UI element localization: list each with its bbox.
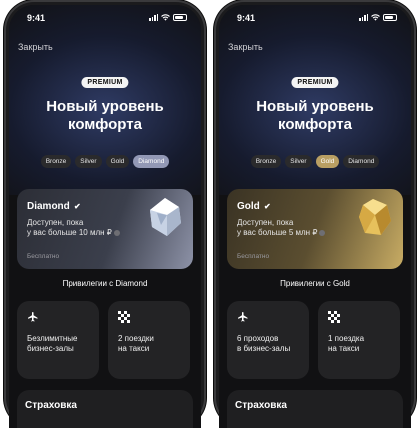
card-desc-line-1: Доступен, пока <box>27 218 84 227</box>
insurance-section[interactable]: Страховка <box>17 390 193 428</box>
privilege-line-2: в бизнес-залы <box>237 344 291 353</box>
title-line-2: комфорта <box>68 116 142 133</box>
premium-badge: PREMIUM <box>291 77 339 88</box>
card-description: Доступен, пока у вас больше 5 млн ₽ <box>237 218 326 238</box>
tab-gold[interactable]: Gold <box>105 155 130 168</box>
card-title-text: Gold <box>237 201 260 212</box>
close-button[interactable]: Закрыть <box>18 42 53 52</box>
cellular-signal-icon <box>359 14 368 21</box>
battery-icon <box>383 14 397 21</box>
privilege-line-2: на такси <box>118 344 150 353</box>
gold-nugget-icon <box>359 199 391 235</box>
status-bar: 9:41 <box>27 13 187 25</box>
diamond-gem-icon <box>150 198 181 236</box>
card-desc-line-2-text: у вас больше 5 млн ₽ <box>237 228 318 237</box>
title-line-1: Новый уровень <box>46 98 164 115</box>
privilege-line-1: Безлимитные <box>27 334 78 343</box>
wifi-icon <box>161 14 170 21</box>
tab-silver[interactable]: Silver <box>285 155 312 168</box>
card-title: Gold ✔ <box>237 201 271 212</box>
phone-gold: 9:41 Закрыть PREMIUM Новый уровень комфо… <box>214 0 416 428</box>
privilege-text: 2 поездки на такси <box>118 334 154 354</box>
status-icons <box>359 14 397 21</box>
cellular-signal-icon <box>149 14 158 21</box>
screen: 9:41 Закрыть PREMIUM Новый уровень комфо… <box>219 5 411 428</box>
taxi-icon <box>328 311 340 323</box>
airplane-icon <box>28 312 38 322</box>
privilege-card[interactable]: 1 поездка на такси <box>318 301 400 379</box>
tier-tabs: Bronze Silver Gold Diamond <box>219 155 411 168</box>
premium-badge: PREMIUM <box>81 77 129 88</box>
privilege-text: 6 проходов в бизнес-залы <box>237 334 290 354</box>
tab-bronze[interactable]: Bronze <box>250 155 282 168</box>
card-title: Diamond ✔ <box>27 201 81 212</box>
privilege-card[interactable]: 6 проходов в бизнес-залы <box>227 301 309 379</box>
tier-card[interactable]: Diamond ✔ Доступен, пока у вас больше 10… <box>17 189 193 269</box>
taxi-icon <box>118 311 130 323</box>
tier-card[interactable]: Gold ✔ Доступен, пока у вас больше 5 млн… <box>227 189 403 269</box>
wifi-icon <box>371 14 380 21</box>
status-time: 9:41 <box>237 13 256 23</box>
privilege-line-2: бизнес-залы <box>27 344 74 353</box>
card-desc-line-2: у вас больше 10 млн ₽ <box>27 228 120 238</box>
status-bar: 9:41 <box>237 13 397 25</box>
privileges-title: Привилегии с Diamond <box>62 279 148 288</box>
airplane-icon <box>238 312 248 322</box>
tab-diamond[interactable]: Diamond <box>133 155 170 168</box>
insurance-title: Страховка <box>25 400 77 411</box>
privilege-text: Безлимитные бизнес-залы <box>27 334 78 354</box>
insurance-title: Страховка <box>235 400 287 411</box>
insurance-section[interactable]: Страховка <box>227 390 403 428</box>
card-title-text: Diamond <box>27 201 70 212</box>
check-icon: ✔ <box>261 202 271 211</box>
privilege-card[interactable]: 2 поездки на такси <box>108 301 190 379</box>
screen: 9:41 Закрыть PREMIUM Новый уровень комфо… <box>9 5 201 428</box>
card-desc-line-2-text: у вас больше 10 млн ₽ <box>27 228 112 237</box>
battery-icon <box>173 14 187 21</box>
tab-silver[interactable]: Silver <box>75 155 102 168</box>
privileges-title: Привилегии с Gold <box>280 279 350 288</box>
privilege-line-2: на такси <box>328 344 360 353</box>
tier-tabs: Bronze Silver Gold Diamond <box>9 155 201 168</box>
privilege-line-1: 1 поездка <box>328 334 365 343</box>
privilege-card[interactable]: Безлимитные бизнес-залы <box>17 301 99 379</box>
info-icon[interactable] <box>113 229 120 236</box>
page-title: Новый уровень комфорта <box>219 98 411 134</box>
privilege-text: 1 поездка на такси <box>328 334 364 354</box>
card-price: Бесплатно <box>237 253 270 260</box>
status-icons <box>149 14 187 21</box>
status-time: 9:41 <box>27 13 46 23</box>
card-description: Доступен, пока у вас больше 10 млн ₽ <box>27 218 120 238</box>
close-button[interactable]: Закрыть <box>228 42 263 52</box>
tab-gold[interactable]: Gold <box>315 155 340 168</box>
privilege-line-1: 6 проходов <box>237 334 279 343</box>
tab-bronze[interactable]: Bronze <box>40 155 72 168</box>
info-icon[interactable] <box>319 229 326 236</box>
privilege-line-1: 2 поездки <box>118 334 154 343</box>
title-line-1: Новый уровень <box>256 98 374 115</box>
card-price: Бесплатно <box>27 253 60 260</box>
card-desc-line-2: у вас больше 5 млн ₽ <box>237 228 326 238</box>
phone-diamond: 9:41 Закрыть PREMIUM Новый уровень комфо… <box>4 0 206 428</box>
title-line-2: комфорта <box>278 116 352 133</box>
check-icon: ✔ <box>71 202 81 211</box>
page-title: Новый уровень комфорта <box>9 98 201 134</box>
tab-diamond[interactable]: Diamond <box>343 155 380 168</box>
card-desc-line-1: Доступен, пока <box>237 218 294 227</box>
